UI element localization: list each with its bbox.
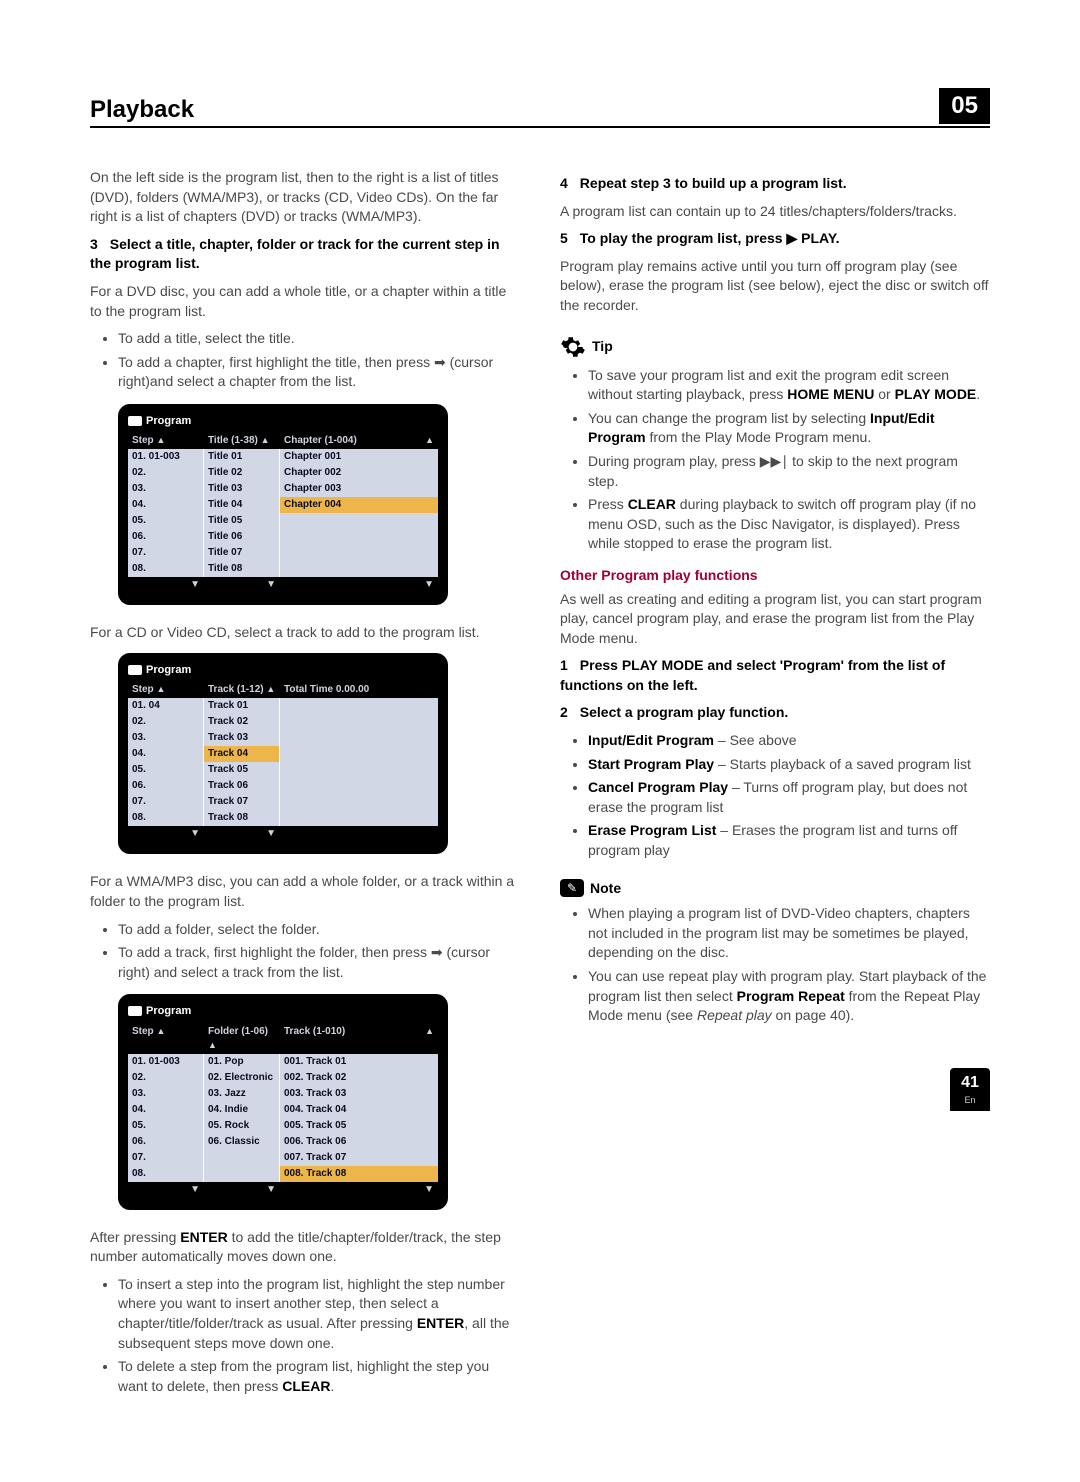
step-5-heading: 5To play the program list, press ▶ PLAY. <box>560 229 990 249</box>
option-item: Input/Edit Program – See above <box>588 731 990 751</box>
note-item: When playing a program list of DVD-Video… <box>588 904 990 963</box>
bullet: To add a chapter, first highlight the ti… <box>118 353 520 392</box>
program-screen-cd: Program Step ▲Track (1-12) ▲Total Time 0… <box>118 653 448 854</box>
step-2-heading: 2Select a program play function. <box>560 703 990 723</box>
bullet: To delete a step from the program list, … <box>118 1357 520 1396</box>
tip-heading: Tip <box>560 334 990 360</box>
section-title: Playback <box>90 96 194 126</box>
step-3-body: For a DVD disc, you can add a whole titl… <box>90 282 520 321</box>
bullet: To add a folder, select the folder. <box>118 920 520 940</box>
bullet: To add a track, first highlight the fold… <box>118 943 520 982</box>
option-item: Cancel Program Play – Turns off program … <box>588 778 990 817</box>
right-column: 4Repeat step 3 to build up a program lis… <box>560 168 990 1408</box>
body-text: For a WMA/MP3 disc, you can add a whole … <box>90 872 520 911</box>
step-5-body: Program play remains active until you tu… <box>560 257 990 316</box>
note-heading: ✎ Note <box>560 879 990 899</box>
option-item: Start Program Play – Starts playback of … <box>588 755 990 775</box>
tip-item: Press CLEAR during playback to switch of… <box>588 495 990 554</box>
program-screen-mp3: Program Step ▲Folder (1-06) ▲Track (1-01… <box>118 994 448 1209</box>
body-text: After pressing ENTER to add the title/ch… <box>90 1228 520 1267</box>
pencil-icon: ✎ <box>560 879 584 897</box>
page-number-badge: 41 En <box>950 1068 990 1111</box>
bullet: To insert a step into the program list, … <box>118 1275 520 1353</box>
left-column: On the left side is the program list, th… <box>90 168 520 1408</box>
bullet: To add a title, select the title. <box>118 329 520 349</box>
step-3-heading: 3Select a title, chapter, folder or trac… <box>90 235 520 274</box>
option-item: Erase Program List – Erases the program … <box>588 821 990 860</box>
tip-item: To save your program list and exit the p… <box>588 366 990 405</box>
gear-icon <box>560 334 586 360</box>
note-item: You can use repeat play with program pla… <box>588 967 990 1026</box>
intro-text: On the left side is the program list, th… <box>90 168 520 227</box>
body-text: As well as creating and editing a progra… <box>560 590 990 649</box>
page-header: Playback 05 <box>90 90 990 128</box>
tip-item: You can change the program list by selec… <box>588 409 990 448</box>
step-4-heading: 4Repeat step 3 to build up a program lis… <box>560 174 990 194</box>
subsection-heading: Other Program play functions <box>560 566 990 586</box>
chapter-number: 05 <box>939 88 990 124</box>
step-1-heading: 1Press PLAY MODE and select 'Program' fr… <box>560 656 990 695</box>
program-screen-dvd: Program Step ▲Title (1-38) ▲Chapter (1-0… <box>118 404 448 605</box>
step-4-body: A program list can contain up to 24 titl… <box>560 202 990 222</box>
tip-item: During program play, press ▶▶∣ to skip t… <box>588 452 990 491</box>
body-text: For a CD or Video CD, select a track to … <box>90 623 520 643</box>
